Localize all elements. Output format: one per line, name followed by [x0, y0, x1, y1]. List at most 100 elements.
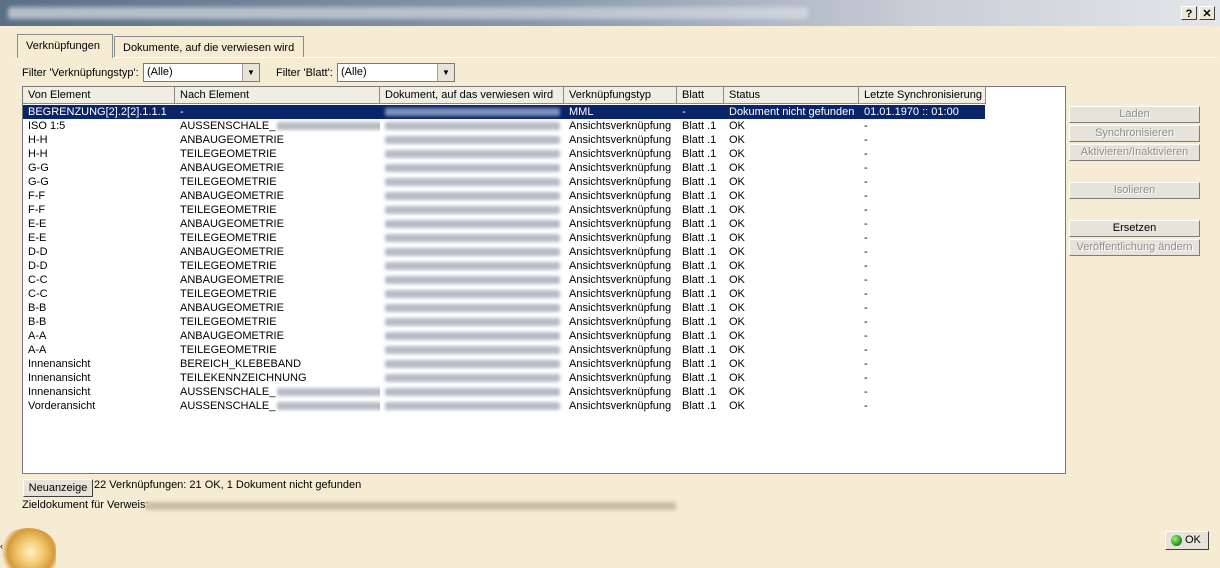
table-row[interactable]: F-F ANBAUGEOMETRIE Ansichtsverknüpfung Blat…	[23, 189, 985, 203]
synchronize-button[interactable]: Synchronisieren	[1069, 125, 1200, 142]
cell-sync: -	[864, 330, 868, 342]
cell-from: D-D	[28, 246, 48, 258]
table-row[interactable]: Innenansicht TEILEKENNZEICHNUNG Ansichtsve…	[23, 371, 985, 385]
table-row[interactable]: A-A ANBAUGEOMETRIE Ansichtsverknüpfung Blat…	[23, 329, 985, 343]
cell-status: OK	[729, 120, 745, 132]
cell-from: H-H	[28, 134, 48, 146]
activate-deactivate-button[interactable]: Aktivieren/Inaktivieren	[1069, 144, 1200, 161]
to-element-text: ANBAUGEOMETRIE	[180, 274, 284, 286]
table-row[interactable]: E-E ANBAUGEOMETRIE Ansichtsverknüpfung Blat…	[23, 217, 985, 231]
cell-to: AUSSENSCHALE_	[175, 399, 380, 413]
table-row[interactable]: E-E TEILEGEOMETRIE Ansichtsverknüpfung Blat…	[23, 231, 985, 245]
table-row[interactable]: H-H ANBAUGEOMETRIE Ansichtsverknüpfung Blat…	[23, 133, 985, 147]
cell-status: OK	[729, 274, 745, 286]
cell-from: C-C	[28, 274, 48, 286]
cell-type: MML	[569, 106, 594, 118]
cell-to: TEILEGEOMETRIE	[175, 147, 380, 161]
chevron-down-icon[interactable]: ▼	[437, 64, 454, 81]
cell-sheet: Blatt .1	[682, 344, 717, 356]
load-button[interactable]: Laden	[1069, 106, 1200, 123]
document-path-redacted	[385, 304, 560, 313]
isolate-button[interactable]: Isolieren	[1069, 182, 1200, 199]
cell-sheet: Blatt .1	[682, 316, 717, 328]
cell-sync: -	[864, 148, 868, 160]
to-element-text: ANBAUGEOMETRIE	[180, 246, 284, 258]
cell-from: B-B	[28, 316, 47, 328]
close-button[interactable]: ✕	[1199, 6, 1215, 20]
document-path-redacted	[385, 234, 560, 243]
col-header-status[interactable]: Status	[724, 87, 859, 104]
table-row[interactable]: C-C TEILEGEOMETRIE Ansichtsverknüpfung Blat…	[23, 287, 985, 301]
filter-sheet-select[interactable]: (Alle) ▼	[337, 63, 455, 82]
table-row[interactable]: D-D ANBAUGEOMETRIE Ansichtsverknüpfung Blat…	[23, 245, 985, 259]
table-row[interactable]: H-H TEILEGEOMETRIE Ansichtsverknüpfung Blat…	[23, 147, 985, 161]
cell-from: BEGRENZUNG[2].2[2].1.1.1	[28, 106, 167, 118]
cell-status: OK	[729, 372, 745, 384]
cell-to: ANBAUGEOMETRIE	[175, 189, 380, 203]
document-path-redacted	[385, 290, 560, 299]
cell-status: OK	[729, 190, 745, 202]
cell-sheet: Blatt .1	[682, 260, 717, 272]
col-header-sheet[interactable]: Blatt	[677, 87, 724, 104]
document-path-redacted	[385, 122, 560, 131]
table-row[interactable]: B-B TEILEGEOMETRIE Ansichtsverknüpfung Blat…	[23, 315, 985, 329]
cell-document	[380, 329, 564, 343]
table-row[interactable]: BEGRENZUNG[2].2[2].1.1.1 - MML - Dokument ni…	[23, 105, 985, 119]
cell-from: D-D	[28, 260, 48, 272]
ok-check-icon	[1171, 535, 1182, 546]
cell-sync: -	[864, 344, 868, 356]
replace-button[interactable]: Ersetzen	[1069, 220, 1200, 237]
table-row[interactable]: C-C ANBAUGEOMETRIE Ansichtsverknüpfung Blat…	[23, 273, 985, 287]
chevron-down-icon[interactable]: ▼	[242, 64, 259, 81]
links-table[interactable]: Von Element Nach Element Dokument, auf d…	[22, 86, 1066, 474]
to-element-text: AUSSENSCHALE_	[180, 386, 276, 398]
cell-sync: -	[864, 288, 868, 300]
document-path-redacted	[385, 318, 560, 327]
table-row[interactable]: G-G ANBAUGEOMETRIE Ansichtsverknüpfung Blat…	[23, 161, 985, 175]
to-element-text: TEILEGEOMETRIE	[180, 148, 277, 160]
filter-type-value: (Alle)	[147, 66, 173, 78]
help-button[interactable]: ?	[1181, 6, 1197, 20]
title-bar: ? ✕	[0, 0, 1220, 26]
filter-type-select[interactable]: (Alle) ▼	[143, 63, 260, 82]
cell-sheet: Blatt .1	[682, 134, 717, 146]
to-element-text: BEREICH_KLEBEBAND	[180, 358, 302, 370]
table-row[interactable]: Vorderansicht AUSSENSCHALE_ Ansichtsverknü…	[23, 399, 985, 413]
cell-to: ANBAUGEOMETRIE	[175, 217, 380, 231]
col-header-sync[interactable]: Letzte Synchronisierung	[859, 87, 986, 104]
cell-document	[380, 245, 564, 259]
table-row[interactable]: D-D TEILEGEOMETRIE Ansichtsverknüpfung Blat…	[23, 259, 985, 273]
cell-type: Ansichtsverknüpfung	[569, 148, 672, 160]
cell-document	[380, 371, 564, 385]
cell-to: BEREICH_KLEBEBAND	[175, 357, 380, 371]
document-path-redacted	[385, 374, 560, 383]
refresh-button[interactable]: Neuanzeige	[23, 479, 93, 497]
tab-referenced-documents[interactable]: Dokumente, auf die verwiesen wird	[114, 36, 304, 58]
cell-sync: -	[864, 218, 868, 230]
table-row[interactable]: B-B ANBAUGEOMETRIE Ansichtsverknüpfung Blat…	[23, 301, 985, 315]
tab-links[interactable]: Verknüpfungen	[17, 34, 113, 58]
col-header-type[interactable]: Verknüpfungstyp	[564, 87, 677, 104]
cell-from: B-B	[28, 302, 47, 314]
col-header-to[interactable]: Nach Element	[175, 87, 380, 104]
col-header-from[interactable]: Von Element	[23, 87, 175, 104]
document-path-redacted	[385, 178, 560, 187]
cell-status: OK	[729, 232, 745, 244]
table-row[interactable]: Innenansicht BEREICH_KLEBEBAND Ansichtsver…	[23, 357, 985, 371]
document-path-redacted	[385, 192, 560, 201]
table-row[interactable]: A-A TEILEGEOMETRIE Ansichtsverknüpfung Blat…	[23, 343, 985, 357]
change-publication-button[interactable]: Veröffentlichung ändern	[1069, 239, 1200, 256]
table-row[interactable]: G-G TEILEGEOMETRIE Ansichtsverknüpfung Blat…	[23, 175, 985, 189]
cell-sync: -	[864, 316, 868, 328]
cell-sheet: Blatt .1	[682, 358, 717, 370]
cell-status: OK	[729, 176, 745, 188]
cell-sync: -	[864, 274, 868, 286]
ok-button[interactable]: OK	[1165, 531, 1209, 550]
document-path-redacted	[385, 248, 560, 257]
col-header-document[interactable]: Dokument, auf das verwiesen wird	[380, 87, 564, 104]
document-path-redacted	[385, 276, 560, 285]
table-row[interactable]: ISO 1:5 AUSSENSCHALE_ Ansichtsverknüpfung B…	[23, 119, 985, 133]
table-row[interactable]: F-F TEILEGEOMETRIE Ansichtsverknüpfung Blat…	[23, 203, 985, 217]
table-row[interactable]: Innenansicht AUSSENSCHALE_ Ansichtsverknüp…	[23, 385, 985, 399]
app-logo-icon	[0, 528, 56, 568]
